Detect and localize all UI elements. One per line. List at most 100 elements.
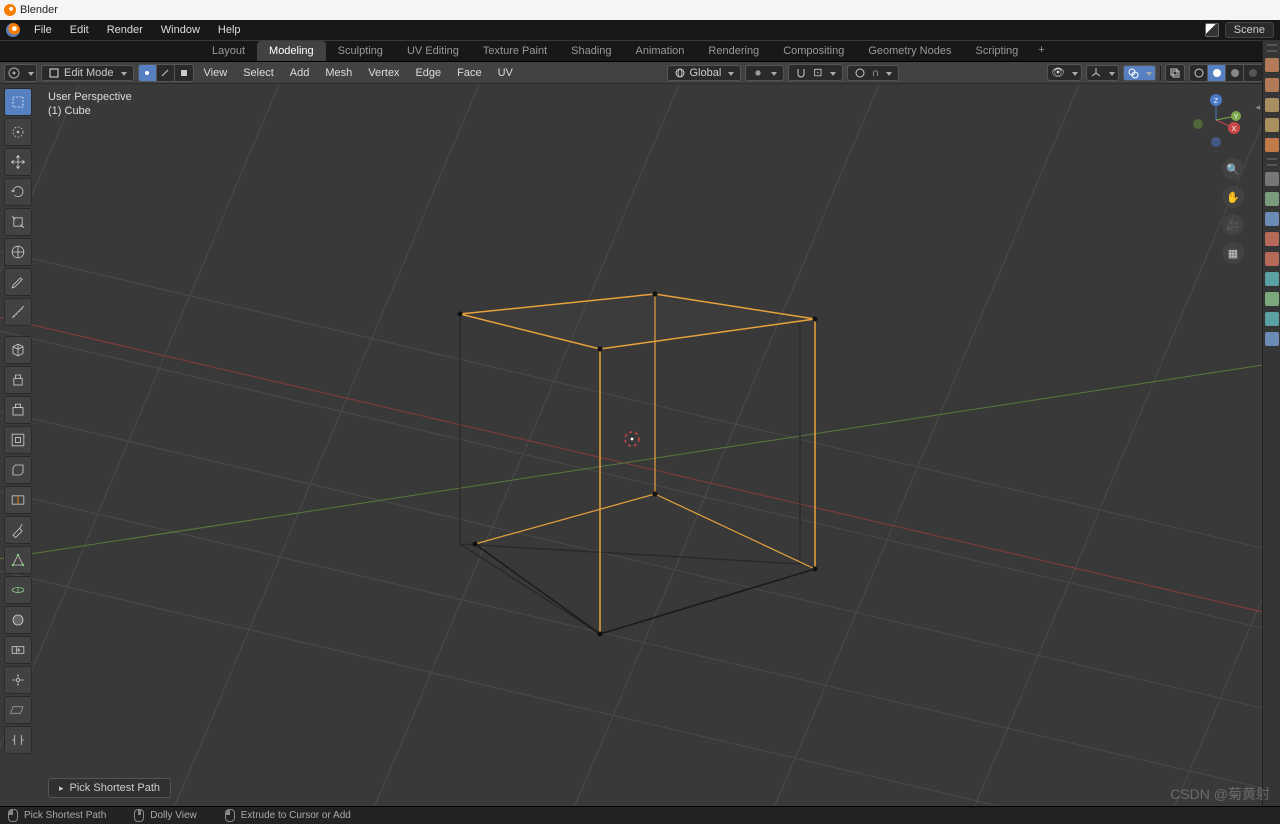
overlays-dropdown[interactable]: [1123, 65, 1156, 81]
panel-drag-handle[interactable]: [1267, 158, 1277, 166]
tab-scripting[interactable]: Scripting: [963, 41, 1030, 61]
proportional-edit-dropdown[interactable]: ∩: [847, 65, 900, 81]
solid-shading-button[interactable]: [1208, 65, 1226, 81]
menu-file[interactable]: File: [26, 22, 60, 38]
header-menu-view[interactable]: View: [198, 65, 234, 81]
svg-text:Z: Z: [1214, 98, 1219, 105]
xray-toggle[interactable]: [1165, 64, 1185, 82]
loop-cut-tool[interactable]: [4, 486, 32, 514]
n-panel-toggle[interactable]: ◂: [1255, 102, 1260, 113]
mouse-left-icon: [8, 809, 18, 822]
shear-tool[interactable]: [4, 696, 32, 724]
properties-tab-4[interactable]: [1265, 138, 1279, 152]
tab-texture-paint[interactable]: Texture Paint: [471, 41, 559, 61]
bevel-tool[interactable]: [4, 456, 32, 484]
properties-tab-11[interactable]: [1265, 292, 1279, 306]
header-menu-select[interactable]: Select: [237, 65, 280, 81]
header-menu-edge[interactable]: Edge: [409, 65, 447, 81]
scene-dropdown[interactable]: Scene: [1225, 22, 1274, 38]
menu-edit[interactable]: Edit: [62, 22, 97, 38]
wireframe-shading-button[interactable]: [1190, 65, 1208, 81]
tab-uv-editing[interactable]: UV Editing: [395, 41, 471, 61]
transform-tool[interactable]: [4, 238, 32, 266]
pan-icon[interactable]: ✋: [1222, 186, 1244, 208]
edge-slide-tool[interactable]: [4, 636, 32, 664]
mouse-middle-icon: [134, 809, 144, 822]
properties-tab-7[interactable]: [1265, 212, 1279, 226]
properties-tab-0[interactable]: [1265, 58, 1279, 72]
smooth-tool[interactable]: [4, 606, 32, 634]
properties-tab-12[interactable]: [1265, 312, 1279, 326]
rip-region-tool[interactable]: [4, 726, 32, 754]
extrude-region-tool[interactable]: [4, 366, 32, 394]
material-preview-button[interactable]: [1226, 65, 1244, 81]
camera-view-icon[interactable]: 🎥: [1222, 214, 1244, 236]
navigation-gizmo[interactable]: Z X Y: [1188, 92, 1244, 148]
properties-tab-1[interactable]: [1265, 78, 1279, 92]
last-operator-panel[interactable]: ▸ Pick Shortest Path: [48, 778, 171, 798]
object-visibility-dropdown[interactable]: 👁: [1047, 64, 1082, 81]
properties-tab-3[interactable]: [1265, 118, 1279, 132]
tab-rendering[interactable]: Rendering: [696, 41, 771, 61]
pivot-point-dropdown[interactable]: [745, 65, 784, 81]
zoom-icon[interactable]: 🔍: [1222, 158, 1244, 180]
blender-logo-icon[interactable]: [6, 23, 20, 37]
menu-window[interactable]: Window: [153, 22, 208, 38]
annotate-tool[interactable]: [4, 268, 32, 296]
scene-icon[interactable]: [1205, 23, 1219, 37]
measure-tool[interactable]: [4, 298, 32, 326]
shrink-fatten-tool[interactable]: [4, 666, 32, 694]
svg-text:X: X: [1232, 126, 1237, 133]
tab-geometry-nodes[interactable]: Geometry Nodes: [856, 41, 963, 61]
cursor-tool[interactable]: [4, 118, 32, 146]
gizmo-dropdown[interactable]: [1086, 65, 1119, 81]
properties-tab-8[interactable]: [1265, 232, 1279, 246]
3d-viewport[interactable]: User Perspective (1) Cube Z X Y 🔍✋🎥▦ ▸ P…: [0, 84, 1262, 806]
properties-tab-5[interactable]: [1265, 172, 1279, 186]
edit-mode-icon: [48, 67, 60, 79]
knife-tool[interactable]: [4, 516, 32, 544]
properties-tab-13[interactable]: [1265, 332, 1279, 346]
tab-modeling[interactable]: Modeling: [257, 41, 326, 61]
extrude-manifold-tool[interactable]: [4, 396, 32, 424]
properties-tab-10[interactable]: [1265, 272, 1279, 286]
menu-render[interactable]: Render: [99, 22, 151, 38]
perspective-toggle-icon[interactable]: ▦: [1222, 242, 1244, 264]
editor-type-dropdown[interactable]: [4, 64, 37, 82]
toolbar-left: [4, 88, 32, 754]
window-titlebar: Blender: [0, 0, 1280, 20]
mode-dropdown[interactable]: Edit Mode: [41, 65, 134, 81]
panel-drag-handle[interactable]: [1267, 44, 1277, 52]
header-menu-mesh[interactable]: Mesh: [319, 65, 358, 81]
rotate-tool[interactable]: [4, 178, 32, 206]
properties-tab-2[interactable]: [1265, 98, 1279, 112]
spin-tool[interactable]: [4, 576, 32, 604]
menu-help[interactable]: Help: [210, 22, 249, 38]
snap-dropdown[interactable]: ⊡: [788, 64, 842, 81]
status-hint-0: Pick Shortest Path: [8, 809, 106, 822]
properties-tab-6[interactable]: [1265, 192, 1279, 206]
header-menu-vertex[interactable]: Vertex: [362, 65, 405, 81]
header-menu-face[interactable]: Face: [451, 65, 487, 81]
header-menu-uv[interactable]: UV: [492, 65, 519, 81]
tab-shading[interactable]: Shading: [559, 41, 623, 61]
poly-build-tool[interactable]: [4, 546, 32, 574]
select-box-tool[interactable]: [4, 88, 32, 116]
move-tool[interactable]: [4, 148, 32, 176]
tab-sculpting[interactable]: Sculpting: [326, 41, 395, 61]
properties-tab-9[interactable]: [1265, 252, 1279, 266]
main-menubar: File Edit Render Window Help Scene: [0, 20, 1280, 40]
transform-orientation-dropdown[interactable]: Global: [667, 65, 742, 81]
tab-animation[interactable]: Animation: [624, 41, 697, 61]
add-workspace-button[interactable]: +: [1030, 41, 1052, 61]
face-select-button[interactable]: [175, 65, 193, 81]
inset-faces-tool[interactable]: [4, 426, 32, 454]
add-cube-tool[interactable]: [4, 336, 32, 364]
header-menu-add[interactable]: Add: [284, 65, 316, 81]
rendered-shading-button[interactable]: [1244, 65, 1262, 81]
tab-compositing[interactable]: Compositing: [771, 41, 856, 61]
vertex-select-button[interactable]: [139, 65, 157, 81]
edge-select-button[interactable]: [157, 65, 175, 81]
scale-tool[interactable]: [4, 208, 32, 236]
tab-layout[interactable]: Layout: [200, 41, 257, 61]
